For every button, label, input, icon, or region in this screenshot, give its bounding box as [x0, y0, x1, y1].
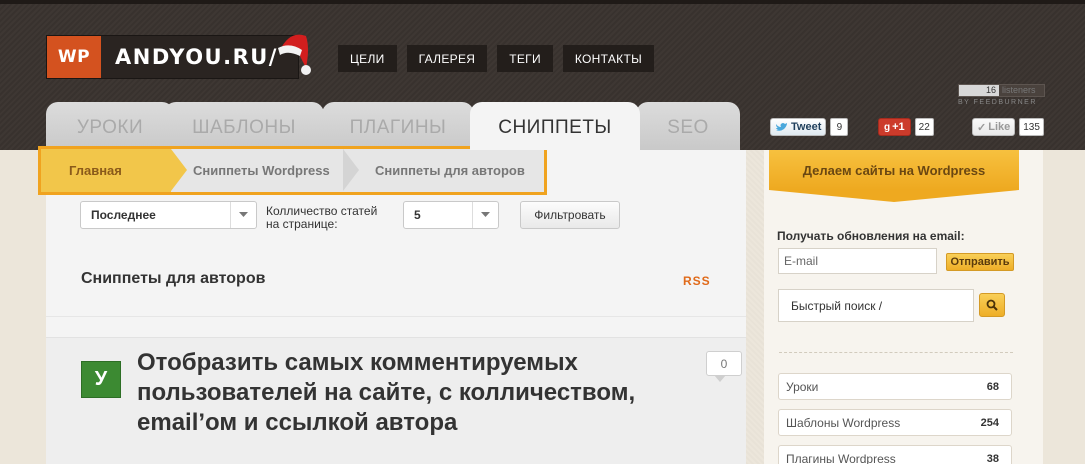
topnav-goals[interactable]: ЦЕЛИ — [338, 45, 397, 72]
feedburner-count: 16 — [959, 85, 999, 96]
feedburner-counter: 16 listeners — [958, 84, 1045, 97]
comment-count[interactable]: 0 — [706, 351, 742, 376]
filter-button[interactable]: Фильтровать — [520, 201, 620, 229]
breadcrumb-home-arrow — [171, 149, 187, 191]
post-category-badge: У — [81, 361, 121, 398]
sort-select-value: Последнее — [91, 208, 156, 222]
section-title: Сниппеты для авторов — [81, 270, 266, 287]
search-input[interactable]: Быстрый поиск / — [778, 289, 974, 322]
rss-link[interactable]: RSS — [683, 274, 711, 288]
per-page-select[interactable]: 5 — [403, 201, 499, 229]
tab-seo[interactable]: SEO — [636, 102, 740, 150]
send-button[interactable]: Отправить — [946, 253, 1014, 271]
tab-plugins[interactable]: ПЛАГИНЫ — [322, 102, 474, 150]
breadcrumb-separator — [343, 149, 359, 191]
gplus-widget: g +1 22 — [878, 118, 934, 136]
gplus-icon: g — [884, 121, 891, 133]
gplus-label: +1 — [892, 121, 905, 133]
comment-bubble-tail — [714, 375, 726, 382]
category-count: 68 — [986, 380, 999, 393]
post-title-line: email’ом и ссылкой автора — [137, 409, 458, 436]
sort-select[interactable]: Последнее — [80, 201, 257, 229]
sidebar-category-templates[interactable]: Шаблоны Wordpress 254 — [778, 409, 1012, 436]
breadcrumb: Главная Сниппеты Wordpress Сниппеты для … — [38, 146, 547, 195]
tab-snippets[interactable]: СНИППЕТЫ — [470, 102, 640, 150]
like-widget: ✓ Like 135 — [972, 118, 1044, 136]
email-field[interactable]: E-mail — [778, 248, 937, 274]
search-icon — [986, 299, 998, 311]
top-navigation: ЦЕЛИ ГАЛЕРЕЯ ТЕГИ КОНТАКТЫ — [338, 45, 655, 72]
like-button[interactable]: ✓ Like — [972, 118, 1016, 136]
chevron-down-icon — [230, 202, 256, 228]
post-title[interactable]: Отобразить самых комментируемых пользова… — [137, 348, 687, 438]
gplus-button[interactable]: g +1 — [878, 118, 911, 136]
like-label: Like — [988, 121, 1011, 133]
post-title-line: Отобразить самых комментируемых — [137, 349, 578, 376]
search-button[interactable] — [979, 293, 1005, 317]
topnav-tags[interactable]: ТЕГИ — [497, 45, 553, 72]
santa-hat-icon — [278, 34, 311, 75]
topnav-contacts[interactable]: КОНТАКТЫ — [562, 45, 655, 72]
category-count: 38 — [986, 452, 999, 464]
email-subscribe-label: Получать обновления на email: — [777, 229, 965, 243]
tweet-widget: Tweet 9 — [770, 118, 849, 136]
sidebar-category-plugins[interactable]: Плагины Wordpress 38 — [778, 445, 1012, 464]
site-logo[interactable]: WP ANDYOU.RU/ — [46, 35, 299, 79]
per-page-select-value: 5 — [414, 208, 421, 222]
per-page-label: Колличество статей на странице: — [266, 205, 377, 231]
feedburner-unit: listeners — [1002, 85, 1036, 95]
topnav-gallery[interactable]: ГАЛЕРЕЯ — [406, 45, 488, 72]
feedburner-widget[interactable]: 16 listeners BY FEEDBURNER — [958, 84, 1045, 108]
tweet-count: 9 — [830, 118, 849, 136]
gplus-count: 22 — [914, 118, 934, 136]
breadcrumb-current: Сниппеты для авторов — [375, 163, 525, 178]
promo-banner[interactable]: Делаем сайты на Wordpress — [769, 150, 1019, 190]
tweet-label: Tweet — [791, 121, 822, 133]
sidebar-divider — [779, 352, 1013, 353]
category-tabs: УРОКИ ШАБЛОНЫ ПЛАГИНЫ СНИППЕТЫ SEO — [46, 102, 746, 150]
per-page-label-line2: на странице: — [266, 217, 338, 231]
breadcrumb-snippets-wp[interactable]: Сниппеты Wordpress — [193, 149, 330, 192]
category-name: Плагины Wordpress — [786, 451, 896, 464]
category-name: Уроки — [786, 379, 819, 394]
divider — [46, 316, 746, 317]
tweet-button[interactable]: Tweet — [770, 118, 827, 136]
breadcrumb-home[interactable]: Главная — [41, 149, 171, 192]
post-title-line: пользователей на сайте, с колличеством, — [137, 379, 636, 406]
feedburner-by: BY FEEDBURNER — [958, 99, 1037, 106]
sidebar-category-lessons[interactable]: Уроки 68 — [778, 373, 1012, 400]
promo-banner-tail — [769, 190, 1019, 202]
tab-lessons[interactable]: УРОКИ — [46, 102, 174, 150]
like-count: 135 — [1019, 118, 1044, 136]
chevron-down-icon — [472, 202, 498, 228]
category-count: 254 — [980, 416, 999, 429]
category-name: Шаблоны Wordpress — [786, 415, 901, 430]
tab-templates[interactable]: ШАБЛОНЫ — [164, 102, 324, 150]
check-icon: ✓ — [977, 121, 987, 134]
twitter-bird-icon — [776, 122, 787, 131]
header-top-line — [0, 0, 1085, 4]
logo-wp-mark: WP — [47, 36, 101, 78]
logo-site-name: ANDYOU.RU/ — [101, 36, 298, 78]
